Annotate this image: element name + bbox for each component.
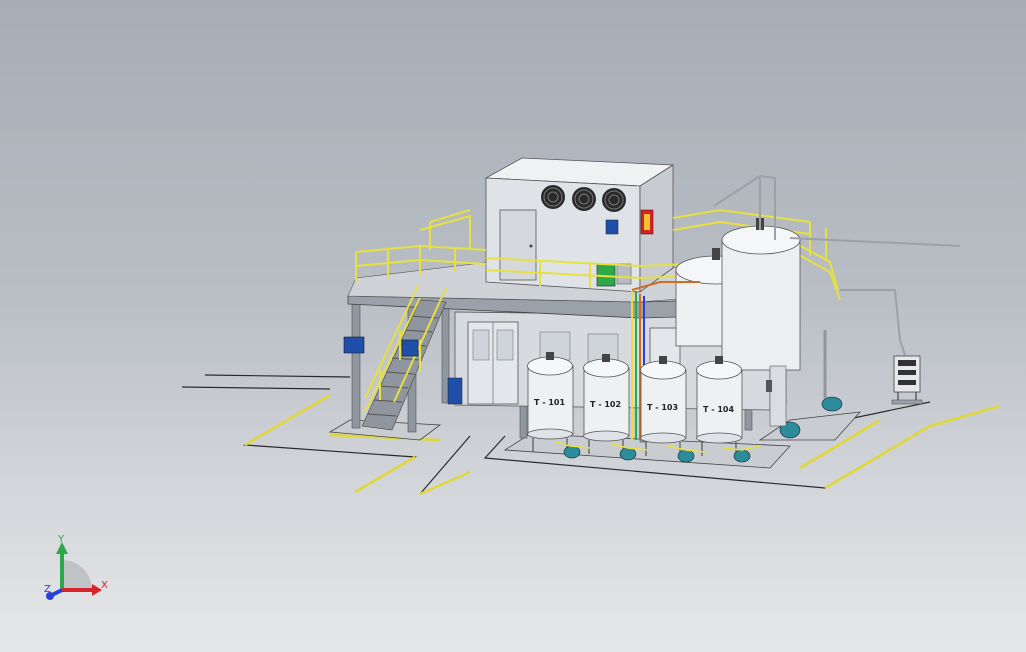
fan-icon [541, 185, 565, 209]
fan-icon [572, 187, 596, 211]
storage-tank: T - 103 [640, 356, 687, 456]
tank-label: T - 102 [590, 400, 621, 409]
storage-tank: T - 102 [583, 354, 630, 454]
blue-drum [447, 377, 463, 405]
storage-tank: T - 101 [527, 352, 574, 452]
cad-viewport[interactable]: T - 101 T - 102 T - 103 T - 104 Y X Z [0, 0, 1026, 652]
triad-x-label: X [101, 580, 108, 591]
tank-label: T - 104 [703, 405, 734, 414]
reactor-tank-back [721, 218, 801, 371]
blue-sign-left [343, 336, 365, 354]
control-cabinet [891, 355, 923, 405]
storage-tank: T - 104 [696, 356, 743, 456]
ground-room-window [539, 331, 571, 361]
fan-icon [602, 188, 626, 212]
blue-panel-icon [605, 219, 619, 235]
triad-y-label: Y [57, 534, 65, 545]
staircase [361, 285, 447, 431]
tank-label: T - 101 [534, 398, 565, 407]
blue-sign-right [401, 339, 419, 357]
triad-z-label: Z [44, 584, 51, 595]
coordinate-triad: Y X Z [44, 534, 108, 600]
tank-label: T - 103 [647, 403, 678, 412]
